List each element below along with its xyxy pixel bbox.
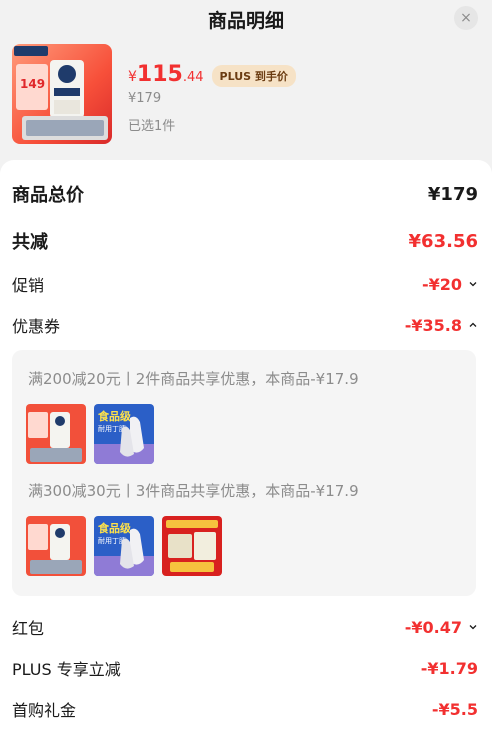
plus-discount-value: -¥1.79 [420,658,478,678]
redpack-label: 红包 [12,619,45,638]
coupon-1-goods: 食品级 耐用丁腈 [26,404,154,464]
coupon-2-text: 满300减30元丨3件商品共享优惠，本商品-¥17.9 [28,482,359,500]
product-summary: 149 ¥ 115 .44 PLUS 到手价 ¥179 已选1件 [12,44,482,148]
promo-amount: -¥20 [421,274,462,294]
plus-discount-row: PLUS 专享立减 -¥1.79 [12,654,478,682]
original-price: ¥179 [128,91,162,106]
first-buy-value: -¥5.5 [431,699,478,719]
chevron-down-icon [469,282,477,287]
redpack-amount: -¥0.47 [404,617,462,637]
coupon-label: 优惠券 [12,317,61,336]
goods-thumb-gift[interactable] [162,516,222,576]
goods-thumb-gloves[interactable]: 食品级 耐用丁腈 [94,404,154,464]
header: 商品明细 × [0,0,492,36]
promo-label: 促销 [12,276,45,295]
page-title: 商品明细 [207,10,284,32]
total-row: 商品总价 ¥179 [12,180,478,208]
price-breakdown-panel: 商品总价 ¥179 共减 ¥63.56 促销 -¥20 优惠券 -¥35.8 满… [0,160,492,752]
svg-text:食品级: 食品级 [98,521,132,535]
coupon-details: 满200减20元丨2件商品共享优惠，本商品-¥17.9 食品级 耐用丁腈 满30… [12,350,476,596]
beer-product-thumbnail: 149 [12,44,112,144]
svg-text:食品级: 食品级 [98,409,132,423]
coupon-value[interactable]: -¥35.8 [405,316,478,335]
reduce-label: 共减 [12,232,48,253]
plus-price-badge: PLUS 到手价 [211,65,296,87]
chevron-down-icon [469,625,477,630]
total-value: ¥179 [427,183,478,205]
gloves-thumbnail: 食品级 耐用丁腈 [94,516,154,576]
total-label: 商品总价 [12,185,84,206]
close-icon: × [460,10,472,26]
promo-row[interactable]: 促销 -¥20 [12,270,478,298]
coupon-1-text: 满200减20元丨2件商品共享优惠，本商品-¥17.9 [28,370,359,388]
promo-value[interactable]: -¥20 [422,275,478,294]
reduce-value: ¥63.56 [408,230,478,252]
selected-count: 已选1件 [128,119,176,134]
chevron-up-icon [469,322,477,327]
price-symbol: ¥ [128,69,137,85]
price-row: ¥ 115 .44 PLUS 到手价 [128,62,296,90]
coupon-2-goods: 食品级 耐用丁腈 [26,516,222,576]
redpack-value[interactable]: -¥0.47 [405,618,478,637]
coupon-row[interactable]: 优惠券 -¥35.8 [12,311,478,339]
close-button[interactable]: × [454,6,478,30]
product-image[interactable]: 149 [12,44,112,144]
gloves-thumbnail: 食品级 耐用丁腈 [94,404,154,464]
first-buy-row: 首购礼金 -¥5.5 [12,695,478,723]
price-integer: 115 [136,62,183,87]
svg-text:149: 149 [20,77,45,91]
reduce-row: 共减 ¥63.56 [12,227,478,255]
first-buy-label: 首购礼金 [12,701,77,720]
goods-thumb-beer[interactable] [26,404,86,464]
beer-thumbnail [26,404,86,464]
coupon-amount: -¥35.8 [404,315,462,335]
goods-thumb-gloves[interactable]: 食品级 耐用丁腈 [94,516,154,576]
redpack-row[interactable]: 红包 -¥0.47 [12,613,478,641]
price-decimal: .44 [182,70,204,85]
beer-thumbnail [26,516,86,576]
plus-discount-label: PLUS 专享立减 [12,660,121,679]
gift-box-thumbnail [162,516,222,576]
goods-thumb-beer[interactable] [26,516,86,576]
